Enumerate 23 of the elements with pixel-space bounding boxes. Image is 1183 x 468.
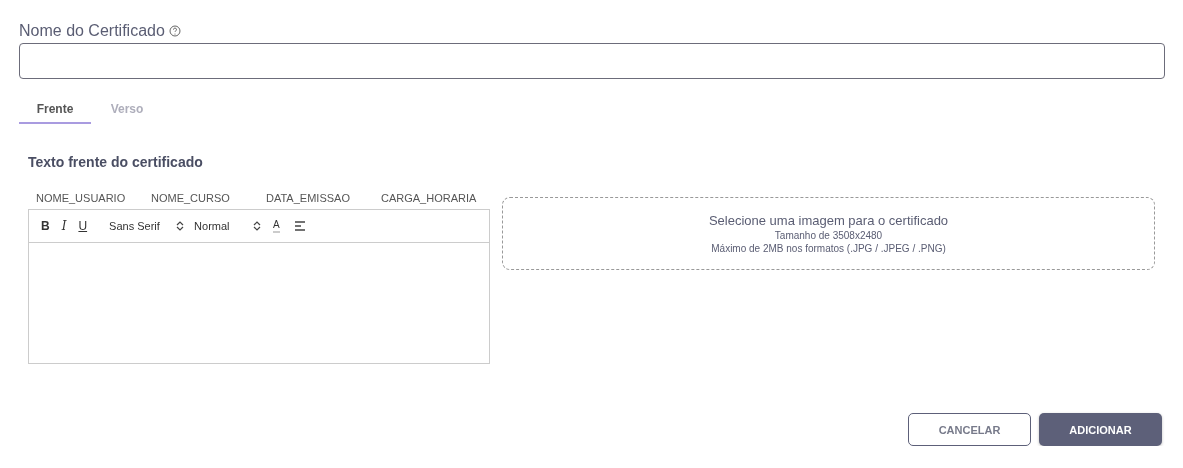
variable-chip[interactable]: NOME_USUARIO bbox=[28, 190, 143, 206]
variable-chip[interactable]: CARGA_HORARIA bbox=[373, 190, 488, 206]
align-icon[interactable] bbox=[293, 220, 306, 232]
variable-chip[interactable]: NOME_CURSO bbox=[143, 190, 258, 206]
underline-button[interactable]: U bbox=[78, 219, 88, 233]
dropzone-formats: Máximo de 2MB nos formatos (.JPG / .JPEG / .PNG) bbox=[711, 243, 946, 254]
dropzone-title: Selecione uma imagem para o certificado bbox=[708, 213, 949, 228]
sort-arrows-icon bbox=[176, 221, 185, 231]
field-label: Nome do Certificado bbox=[19, 22, 165, 40]
tab[interactable]: Frente bbox=[19, 96, 91, 124]
dropdown[interactable]: Sans Serif bbox=[109, 220, 185, 232]
text-color-button[interactable]: A bbox=[273, 219, 280, 233]
add-button[interactable]: ADICIONAR bbox=[1039, 413, 1162, 446]
section-heading: Texto frente do certificado bbox=[28, 154, 204, 170]
dropzone-size: Tamanho de 3508x2480 bbox=[774, 230, 883, 241]
sort-arrows-icon bbox=[253, 221, 262, 231]
cancel-button[interactable]: CANCELAR bbox=[908, 413, 1031, 446]
bold-button[interactable]: B bbox=[41, 219, 50, 233]
help-icon[interactable] bbox=[168, 25, 181, 37]
dropdown[interactable]: Normal bbox=[194, 220, 262, 232]
image-dropzone[interactable]: Selecione uma imagem para o certificado Tamanho de 3508x2480 Máximo de 2MB nos formatos (.JPG / .JPEG / .PNG) bbox=[502, 197, 1155, 270]
italic-button[interactable]: I bbox=[61, 219, 67, 233]
variable-chip[interactable]: DATA_EMISSAO bbox=[258, 190, 373, 206]
